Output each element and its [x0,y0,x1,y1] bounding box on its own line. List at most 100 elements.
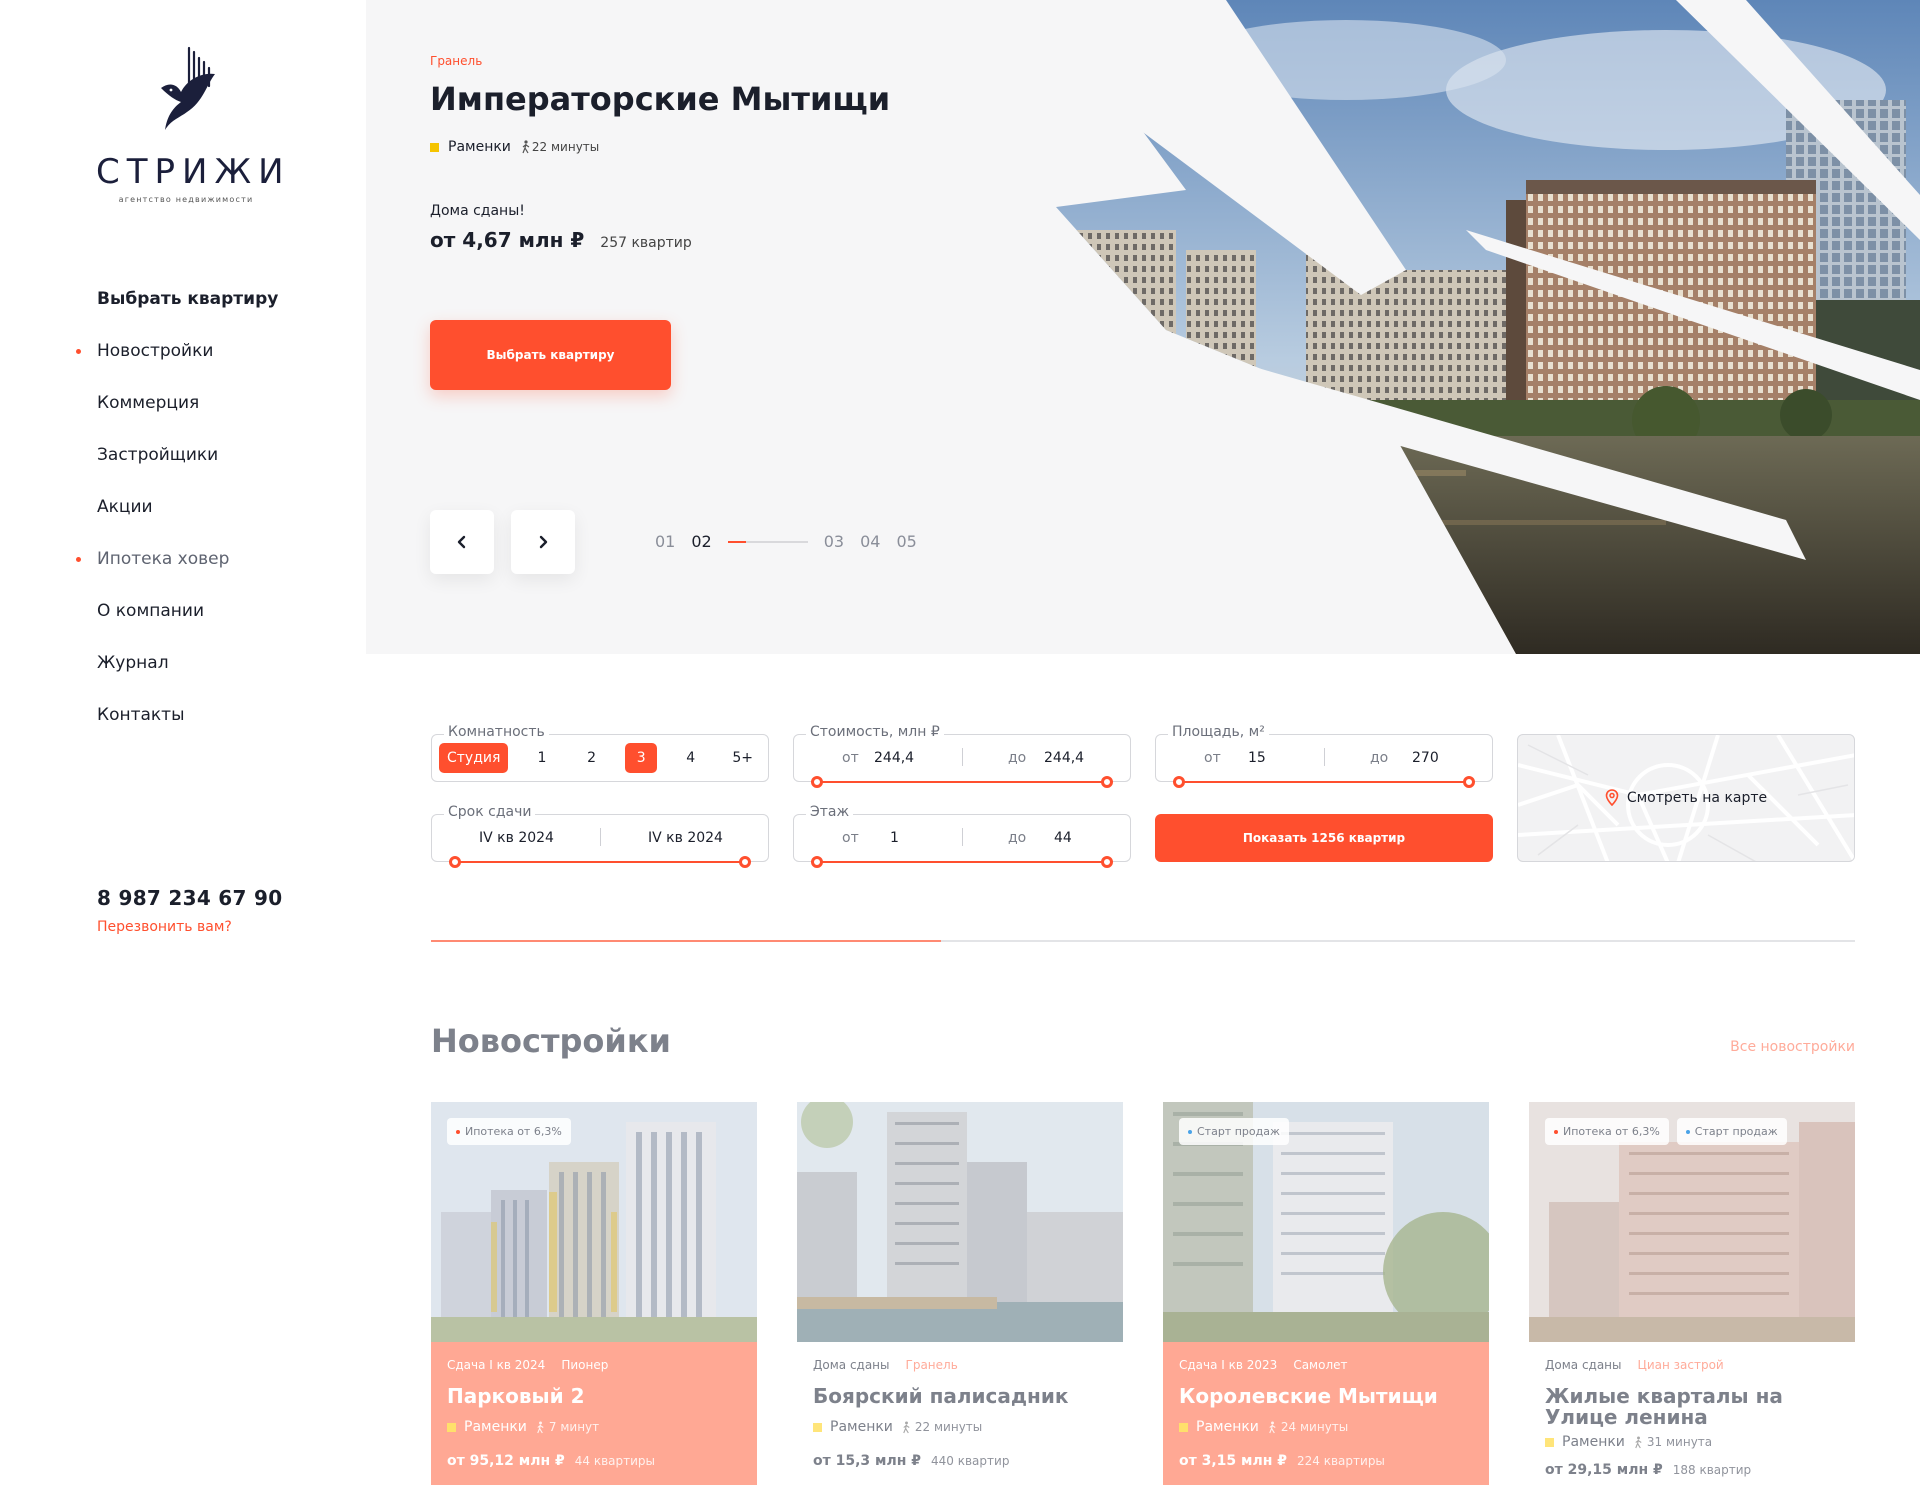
room-option-4[interactable]: 4 [675,743,707,773]
pager-item-active[interactable]: 02 [691,532,711,551]
slider-handle-max[interactable] [1463,776,1475,788]
walk-time: 24 минуты [1267,1420,1348,1434]
phone-number[interactable]: 8 987 234 67 90 [97,886,282,910]
pager-progress [727,540,808,543]
card-price: от 29,15 млн ₽ [1545,1462,1663,1478]
nav-item-new-buildings[interactable]: Новостройки [76,337,278,389]
nav-item-developers[interactable]: Застройщики [97,441,278,493]
room-option-2[interactable]: 2 [576,743,608,773]
metro-line-marker [430,142,439,152]
hero-developer[interactable]: Гранель [430,54,482,68]
pager-item[interactable]: 03 [824,532,844,551]
floor-to-input[interactable]: 44 [1054,830,1072,846]
area-from-input[interactable]: 15 [1248,750,1266,766]
badge-text: Ипотека от 6,3% [465,1125,562,1138]
badge-text: Старт продаж [1197,1125,1280,1138]
card-deadline: Дома сданы [813,1358,890,1372]
nav-item-journal[interactable]: Журнал [97,649,278,701]
scroll-progress [431,940,1855,942]
brand-tagline: агентство недвижимости [118,195,254,204]
range-from-label: от [842,830,859,846]
card-developer[interactable]: Циан застрой [1638,1358,1724,1372]
rooms-options: Студия 1 2 3 4 5+ [432,735,768,781]
metro-station: Раменки [464,1419,527,1435]
slider-handle-min[interactable] [811,856,823,868]
slider-handle-max[interactable] [739,856,751,868]
bird-logo-icon [161,46,215,130]
area-to-input[interactable]: 270 [1412,750,1439,766]
nav-item-mortgage[interactable]: Ипотека ховер [76,545,278,597]
property-card[interactable]: Старт продаж Сдача I кв 2023 Самолет Кор… [1163,1102,1489,1485]
room-option-3[interactable]: 3 [625,743,658,773]
deadline-from-select[interactable]: IV кв 2024 [479,830,554,846]
deadline-filter: Срок сдачи IV кв 2024 IV кв 2024 [431,804,769,868]
all-new-buildings-link[interactable]: Все новостройки [1730,1039,1855,1055]
card-title[interactable]: Боярский палисадник [813,1386,1107,1407]
nav-item-about[interactable]: О компании [97,597,278,649]
card-apartment-count: 440 квартир [931,1454,1010,1468]
card-developer[interactable]: Пионер [561,1358,608,1372]
nav-item-choose-apartment[interactable]: Выбрать квартиру [97,285,278,337]
range-to-label: до [1370,750,1389,766]
card-badges: Старт продаж [1179,1118,1297,1145]
deadline-to-select[interactable]: IV кв 2024 [648,830,723,846]
floor-range: от 1 до 44 [794,815,1130,868]
view-on-map-button[interactable]: Смотреть на карте [1517,734,1855,862]
card-title[interactable]: Жилые кварталы на Улице ленина [1545,1386,1839,1428]
hero-metro: Раменки 22 минуты [430,139,599,155]
card-title[interactable]: Королевские Мытищи [1179,1386,1473,1407]
nav-item-commerce[interactable]: Коммерция [97,389,278,441]
callback-link[interactable]: Перезвонить вам? [97,919,232,935]
property-card[interactable]: Дома сданы Гранель Боярский палисадник Р… [797,1102,1123,1485]
choose-apartment-button[interactable]: Выбрать квартиру [430,320,671,390]
pager-item[interactable]: 04 [860,532,880,551]
card-price-row: от 3,15 млн ₽ 224 квартиры [1179,1453,1473,1469]
active-dot [76,557,81,562]
pager-item[interactable]: 01 [655,532,675,551]
active-dot [76,349,81,354]
walk-time: 22 минуты [520,140,599,154]
badge-mortgage: Ипотека от 6,3% [447,1118,571,1145]
property-card[interactable]: Ипотека от 6,3% Старт продаж Дома сданы … [1529,1102,1855,1485]
slider-handle-min[interactable] [449,856,461,868]
floor-slider-track[interactable] [811,856,1113,868]
area-slider-track[interactable] [1173,776,1475,788]
cost-from-input[interactable]: 244,4 [874,750,914,766]
cost-to-input[interactable]: 244,4 [1044,750,1084,766]
badge-sales-start: Старт продаж [1676,1118,1787,1145]
room-option-studio[interactable]: Студия [439,743,509,773]
nav-item-contacts[interactable]: Контакты [97,701,278,753]
card-info: Дома сданы Гранель Боярский палисадник Р… [797,1342,1123,1485]
slider-handle-min[interactable] [811,776,823,788]
prev-slide-button[interactable] [430,510,494,574]
brand-logo[interactable]: СТРИЖИ агентство недвижимости [96,44,284,204]
deadline-slider-track[interactable] [449,856,751,868]
hero-status: Дома сданы! [430,203,525,219]
property-card[interactable]: Ипотека от 6,3% Сдача I кв 2024 Пионер П… [431,1102,757,1485]
cost-slider-track[interactable] [811,776,1113,788]
card-developer[interactable]: Гранель [906,1358,958,1372]
pager-item[interactable]: 05 [896,532,916,551]
floor-from-input[interactable]: 1 [890,830,899,846]
card-title[interactable]: Парковый 2 [447,1386,741,1407]
cost-filter: Стоимость, млн ₽ от 244,4 до 244,4 [793,724,1131,788]
range-from-label: от [842,750,859,766]
slider-handle-max[interactable] [1101,856,1113,868]
slider-handle-min[interactable] [1173,776,1185,788]
metro-line-marker [447,1422,456,1432]
room-option-5-plus[interactable]: 5+ [724,743,761,773]
nav-item-promotions[interactable]: Акции [97,493,278,545]
deadline-range: IV кв 2024 IV кв 2024 [432,815,768,868]
nav-label: Журнал [97,653,169,673]
room-option-1[interactable]: 1 [526,743,558,773]
card-info: Сдача I кв 2024 Пионер Парковый 2 Раменк… [431,1342,757,1485]
card-developer[interactable]: Самолет [1293,1358,1347,1372]
card-apartment-count: 188 квартир [1672,1463,1752,1477]
card-price-row: от 95,12 млн ₽ 44 квартиры [447,1453,741,1469]
section-title: Новостройки [431,1022,671,1060]
next-slide-button[interactable] [511,510,575,574]
slider-handle-max[interactable] [1101,776,1113,788]
show-apartments-button[interactable]: Показать 1256 квартир [1155,814,1493,862]
nav-label: Застройщики [97,445,219,465]
walking-person-icon [903,1420,910,1433]
